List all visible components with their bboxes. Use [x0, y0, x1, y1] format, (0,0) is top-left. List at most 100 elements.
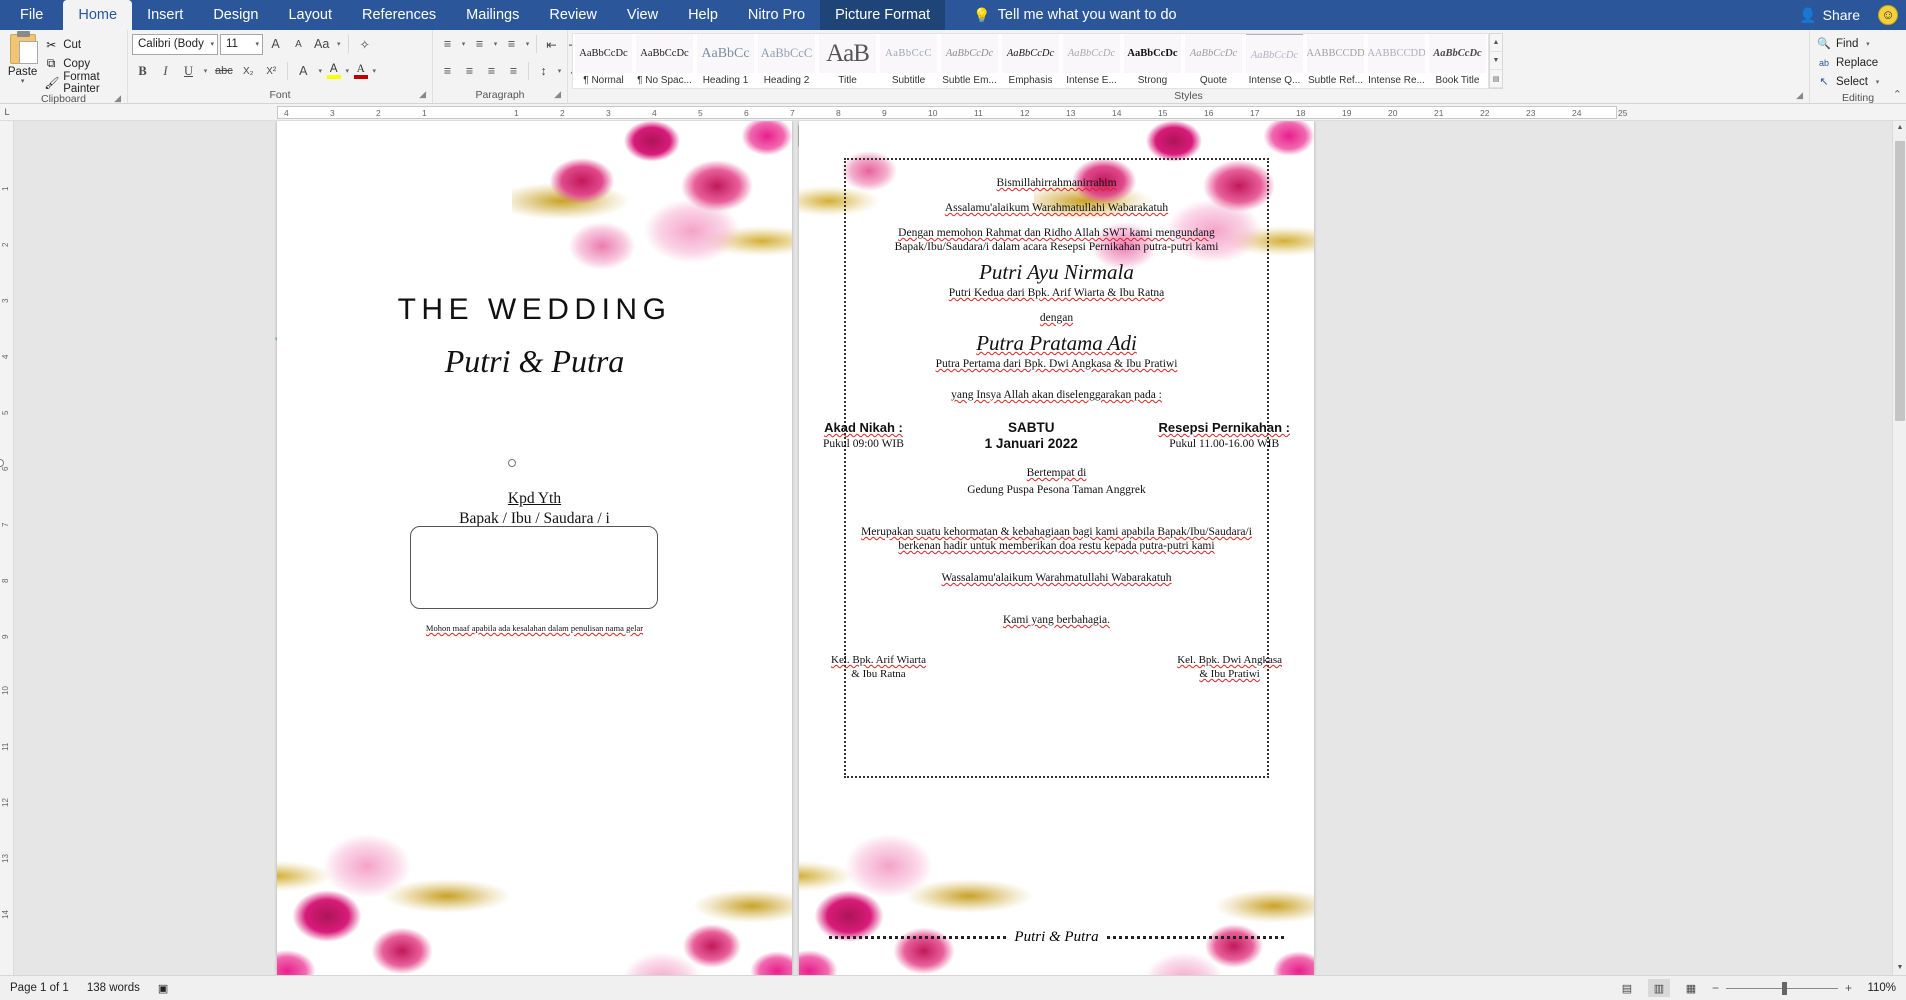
cut-button[interactable]: ✂ Cut [41, 35, 123, 54]
numbering-button[interactable]: ≡ [469, 34, 490, 55]
bold-button[interactable]: B [132, 61, 153, 82]
superscript-button[interactable]: X² [261, 61, 282, 82]
ribbon-tab-insert[interactable]: Insert [132, 0, 198, 30]
paragraph-dialog-launcher[interactable]: ◢ [554, 87, 561, 102]
vertical-scrollbar[interactable]: ▲ ▼ [1892, 121, 1906, 975]
ribbon-tab-home[interactable]: Home [63, 0, 133, 30]
styles-scroll-down-icon[interactable]: ▼ [1490, 52, 1502, 70]
ribbon-tab-picture-format[interactable]: Picture Format [820, 0, 946, 30]
tell-me-search[interactable]: 💡 Tell me what you want to do [959, 0, 1190, 30]
clear-formatting-button[interactable]: ✧ [354, 34, 375, 55]
text-effects-caret-icon[interactable]: ▾ [316, 67, 325, 75]
text-effects-button[interactable]: A [293, 61, 314, 82]
style-item-book-title[interactable]: AaBbCcDc Book Title [1427, 34, 1488, 88]
styles-scroll-up-icon[interactable]: ▲ [1490, 34, 1502, 52]
zoom-in-button[interactable]: + [1845, 981, 1852, 995]
italic-button[interactable]: I [155, 61, 176, 82]
format-painter-button[interactable]: 🖌 Format Painter [41, 71, 123, 95]
select-caret-icon[interactable]: ▾ [1873, 78, 1882, 86]
justify-button[interactable]: ≡ [503, 61, 524, 82]
line-spacing-button[interactable]: ↕ [533, 61, 554, 82]
style-item-subtle-em[interactable]: AaBbCcDc Subtle Em... [939, 34, 1000, 88]
text-highlight-button[interactable]: A [326, 63, 341, 79]
subscript-button[interactable]: X₂ [238, 61, 259, 82]
strikethrough-button[interactable]: abc [212, 61, 236, 82]
proofing-status-icon[interactable]: ▣ [158, 982, 168, 995]
style-item-title[interactable]: AaB Title [817, 34, 878, 88]
zoom-track[interactable] [1725, 981, 1838, 995]
style-item-heading-2[interactable]: AaBbCcC Heading 2 [756, 34, 817, 88]
feedback-smiley-icon[interactable]: ☺ [1878, 5, 1898, 25]
font-color-caret-icon[interactable]: ▾ [370, 67, 379, 75]
select-button[interactable]: ↖ Select ▾ [1814, 72, 1885, 91]
styles-dialog-launcher[interactable]: ◢ [1796, 88, 1803, 103]
font-name-combo[interactable]: Calibri (Body ▾ [132, 33, 218, 55]
bullets-button[interactable]: ≡ [437, 34, 458, 55]
web-layout-button[interactable]: ▦ [1680, 979, 1702, 997]
tab-stop-selector[interactable]: L [0, 104, 14, 120]
ribbon-tab-mailings[interactable]: Mailings [451, 0, 534, 30]
scroll-up-icon[interactable]: ▲ [1893, 121, 1906, 135]
line-spacing-caret-icon[interactable]: ▾ [555, 67, 564, 75]
highlight-caret-icon[interactable]: ▾ [343, 67, 352, 75]
styles-gallery[interactable]: AaBbCcDc ¶ Normal AaBbCcDc ¶ No Spac... AaBb… [572, 33, 1489, 89]
align-center-button[interactable]: ≡ [459, 61, 480, 82]
font-size-combo[interactable]: 11 ▾ [220, 33, 263, 55]
styles-more-icon[interactable]: ▤ [1490, 70, 1502, 88]
font-color-button[interactable]: A [353, 63, 368, 79]
styles-gallery-scrollbar[interactable]: ▲ ▼ ▤ [1489, 33, 1503, 89]
style-item-subtle-ref[interactable]: AABBCCDD Subtle Ref... [1305, 34, 1366, 88]
vertical-ruler[interactable]: 1 2 3 4 5 6 7 8 9 10 11 12 13 14 [0, 121, 14, 975]
ribbon-tab-file[interactable]: File [0, 0, 64, 30]
style-item-intense-e[interactable]: AaBbCcDc Intense E... [1061, 34, 1122, 88]
grow-font-button[interactable]: A [265, 34, 286, 55]
change-case-button[interactable]: Aa [311, 34, 332, 55]
share-button[interactable]: 👤 Share [1791, 7, 1868, 24]
name-entry-box[interactable] [410, 526, 658, 609]
ribbon-tab-view[interactable]: View [612, 0, 673, 30]
read-mode-button[interactable]: ▤ [1616, 979, 1638, 997]
page-left[interactable]: THE WEDDING Putri & Putra Kpd Yth Bapak … [277, 121, 792, 975]
vertical-scroll-thumb[interactable] [1895, 141, 1905, 421]
ribbon-tab-nitro-pro[interactable]: Nitro Pro [733, 0, 820, 30]
font-dialog-launcher[interactable]: ◢ [419, 87, 426, 102]
paste-dropdown-caret-icon[interactable]: ▾ [21, 78, 25, 86]
ribbon-tab-layout[interactable]: Layout [273, 0, 347, 30]
style-item-normal[interactable]: AaBbCcDc ¶ Normal [573, 34, 634, 88]
style-item-intense-q[interactable]: AaBbCcDc Intense Q... [1244, 34, 1305, 88]
underline-button[interactable]: U [178, 61, 199, 82]
horizontal-ruler[interactable]: L 4 3 2 1 1 2 3 4 5 6 7 8 9 10 11 12 13 14 15 16 17 18 19 20 21 2… [0, 104, 1906, 121]
underline-caret-icon[interactable]: ▾ [201, 67, 210, 75]
ribbon-tab-help[interactable]: Help [673, 0, 733, 30]
ribbon-tab-references[interactable]: References [347, 0, 451, 30]
shrink-font-button[interactable]: A [288, 34, 309, 55]
document-workspace[interactable]: 1234567891011121314 ⚓ ▨ THE WEDDING Putr… [0, 121, 1906, 975]
find-button[interactable]: 🔍 Find ▾ [1814, 34, 1875, 53]
paste-button[interactable]: Paste ▾ [4, 31, 41, 86]
style-item-quote[interactable]: AaBbCcDc Quote [1183, 34, 1244, 88]
multilevel-caret-icon[interactable]: ▾ [523, 40, 532, 48]
find-caret-icon[interactable]: ▾ [1863, 40, 1872, 48]
style-item-strong[interactable]: AaBbCcDc Strong [1122, 34, 1183, 88]
page-indicator[interactable]: Page 1 of 1 [10, 982, 69, 994]
change-case-caret-icon[interactable]: ▾ [334, 40, 343, 48]
numbering-caret-icon[interactable]: ▾ [491, 40, 500, 48]
collapse-ribbon-button[interactable]: ⌃ [1893, 88, 1902, 101]
zoom-slider[interactable]: − + [1712, 981, 1852, 995]
style-item-no-spac[interactable]: AaBbCcDc ¶ No Spac... [634, 34, 695, 88]
decrease-indent-button[interactable]: ⇤ [541, 34, 562, 55]
selection-handle-right[interactable] [508, 459, 516, 467]
style-item-subtitle[interactable]: AaBbCcC Subtitle [878, 34, 939, 88]
align-left-button[interactable]: ≡ [437, 61, 458, 82]
style-item-emphasis[interactable]: AaBbCcDc Emphasis [1000, 34, 1061, 88]
style-item-intense-re[interactable]: AABBCCDD Intense Re... [1366, 34, 1427, 88]
print-layout-button[interactable]: ▥ [1647, 979, 1670, 997]
page-right[interactable]: Bismillahirrahmanirrahim Assalamu'alaiku… [799, 121, 1314, 975]
style-item-heading-1[interactable]: AaBbCc Heading 1 [695, 34, 756, 88]
word-count[interactable]: 138 words [87, 982, 140, 994]
multilevel-list-button[interactable]: ≡ [501, 34, 522, 55]
ribbon-tab-design[interactable]: Design [198, 0, 273, 30]
zoom-out-button[interactable]: − [1712, 981, 1719, 995]
ruler-strip[interactable]: 4 3 2 1 1 2 3 4 5 6 7 8 9 10 11 12 13 14 15 16 17 18 19 20 21 22 2… [277, 106, 1627, 119]
zoom-level-label[interactable]: 110% [1862, 982, 1896, 994]
